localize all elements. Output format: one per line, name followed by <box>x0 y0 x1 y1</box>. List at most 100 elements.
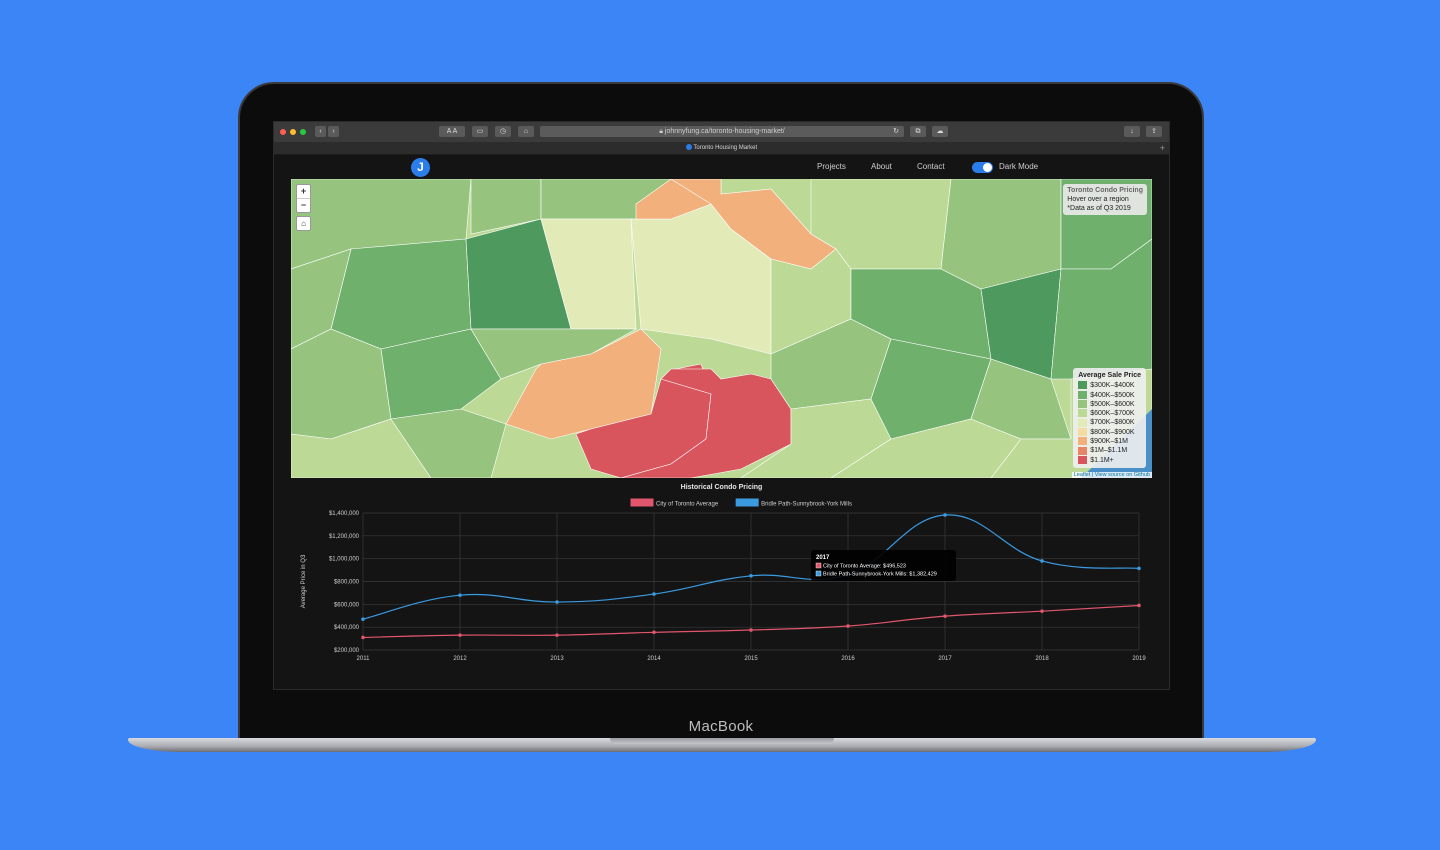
share-icon[interactable]: ⇪ <box>1146 126 1162 137</box>
x-tick-label: 2017 <box>938 656 952 662</box>
address-bar[interactable]: 🔒︎ johnnyfung.ca/toronto-housing-market/ <box>540 126 904 137</box>
tab-title: Toronto Housing Market <box>693 145 758 151</box>
dark-mode-toggle[interactable] <box>972 162 993 173</box>
reader-size-button[interactable]: A A <box>439 126 465 137</box>
legend-item: $700K–$800K <box>1078 418 1141 427</box>
x-tick-label: 2011 <box>357 656 371 662</box>
y-tick-label: $1,200,000 <box>329 534 360 540</box>
info-title: Toronto Condo Pricing <box>1067 187 1143 194</box>
map-attribution[interactable]: Leaflet | View source on Github <box>1071 472 1152 478</box>
data-point <box>1137 603 1141 608</box>
browser-window: ‹ › A A ▭ ◷ ⌂ 🔒︎ johnnyfung.ca/toronto-h… <box>273 121 1170 690</box>
legend-item: $500K–$600K <box>1078 400 1141 409</box>
y-tick-label: $400,000 <box>334 625 360 631</box>
history-chart: Historical Condo Pricing City of Toronto… <box>291 480 1152 689</box>
cloud-icon[interactable]: ☁ <box>932 126 948 137</box>
data-point <box>652 592 656 596</box>
data-point <box>749 573 753 578</box>
legend-swatch <box>1078 437 1088 446</box>
data-point <box>1137 566 1141 571</box>
data-point <box>943 513 947 517</box>
choropleth-map[interactable]: + − ⌂ Toronto Condo Pricing Hover over a… <box>291 179 1152 478</box>
forward-button[interactable]: › <box>328 126 339 137</box>
sidebar-icon[interactable]: ▭ <box>472 126 488 137</box>
x-tick-label: 2013 <box>550 656 564 662</box>
x-tick-label: 2018 <box>1035 656 1049 662</box>
legend-swatch <box>1078 455 1088 464</box>
data-point <box>555 600 559 604</box>
legend-item: $900K–$1M <box>1078 437 1141 446</box>
x-tick-label: 2016 <box>841 656 855 662</box>
zoom-out-button[interactable]: − <box>297 199 310 212</box>
laptop-notch <box>610 738 834 744</box>
legend-swatch <box>1078 390 1088 399</box>
tab-favicon-icon <box>685 144 692 151</box>
back-button[interactable]: ‹ <box>315 126 326 137</box>
legend-swatch <box>1078 409 1088 418</box>
series-legend-label: Bridle Path-Sunnybrook-York Mills <box>761 502 852 508</box>
new-tab-button[interactable]: + <box>1160 142 1165 154</box>
site-logo[interactable]: J <box>411 158 430 177</box>
legend-item: $1.1M+ <box>1078 455 1141 465</box>
tab-active[interactable]: Toronto Housing Market <box>274 143 1169 153</box>
legend-item: $400K–$500K <box>1078 390 1141 400</box>
legend-item: $800K–$900K <box>1078 427 1141 437</box>
nav-about[interactable]: About <box>871 162 892 171</box>
tooltip-swatch <box>815 570 822 577</box>
data-point <box>749 628 753 632</box>
tooltip-swatch <box>815 562 822 569</box>
legend-item: $1M–$1.1M <box>1078 446 1141 455</box>
zoom-window-button[interactable] <box>300 129 306 135</box>
map-regions <box>291 179 1152 478</box>
info-hint: Hover over a region <box>1067 196 1129 203</box>
legend-swatch <box>1078 400 1088 409</box>
nav-projects[interactable]: Projects <box>817 162 846 171</box>
legend-item: $300K–$400K <box>1078 381 1141 390</box>
history-icon[interactable]: ◷ <box>495 126 511 137</box>
legend-label: $500K–$600K <box>1090 400 1135 408</box>
legend-label: $1M–$1.1M <box>1090 447 1128 455</box>
tabs-icon[interactable]: ⧉ <box>910 126 926 137</box>
data-point <box>652 630 656 635</box>
x-tick-label: 2019 <box>1132 656 1146 662</box>
zoom-controls: + − <box>296 184 311 213</box>
legend-label: $1.1M+ <box>1090 456 1114 464</box>
browser-toolbar: ‹ › A A ▭ ◷ ⌂ 🔒︎ johnnyfung.ca/toronto-h… <box>274 122 1169 143</box>
zoom-in-button[interactable]: + <box>297 185 310 199</box>
dark-mode-label: Dark Mode <box>999 162 1039 171</box>
series-legend-swatch <box>735 498 759 507</box>
close-window-button[interactable] <box>280 129 286 135</box>
minimize-window-button[interactable] <box>290 129 296 135</box>
tab-bar: Toronto Housing Market + <box>274 142 1169 155</box>
legend-label: $300K–$400K <box>1090 382 1135 390</box>
legend-label: $800K–$900K <box>1090 428 1135 436</box>
legend-title: Average Sale Price <box>1078 372 1141 379</box>
data-point <box>943 614 947 618</box>
home-icon[interactable]: ⌂ <box>296 216 311 231</box>
data-point <box>1040 559 1044 563</box>
url-text: johnnyfung.ca/toronto-housing-market/ <box>664 128 785 135</box>
tooltip-title: 2017 <box>816 555 830 561</box>
info-note: *Data as of Q3 2019 <box>1067 205 1131 212</box>
series-legend-label: City of Toronto Average <box>656 502 719 508</box>
reload-icon[interactable]: ↻ <box>890 126 902 137</box>
legend-label: $900K–$1M <box>1090 438 1128 446</box>
nav-contact[interactable]: Contact <box>917 162 945 171</box>
tooltip-line: Bridle Path-Sunnybrook-York Mills: $1,38… <box>823 572 937 578</box>
map-legend: Average Sale Price $300K–$400K $400K–$500… <box>1073 368 1146 468</box>
y-axis-label: Average Price in Q3 <box>301 554 307 608</box>
download-icon[interactable]: ↓ <box>1124 126 1140 137</box>
home-icon[interactable]: ⌂ <box>518 126 534 137</box>
legend-label: $400K–$500K <box>1090 391 1135 399</box>
x-tick-label: 2015 <box>744 656 758 662</box>
toggle-knob <box>983 163 992 172</box>
legend-label: $600K–$700K <box>1090 410 1135 418</box>
legend-swatch <box>1078 446 1088 455</box>
legend-item: $600K–$700K <box>1078 409 1141 418</box>
legend-swatch <box>1078 381 1088 390</box>
y-tick-label: $600,000 <box>334 602 360 608</box>
map-info-panel: Toronto Condo Pricing Hover over a regio… <box>1063 184 1147 215</box>
data-point <box>1040 609 1044 613</box>
site-navbar: J Projects About Contact Dark Mode <box>274 155 1169 180</box>
line-chart: City of Toronto Average Bridle Path-Sunny… <box>301 498 1146 662</box>
